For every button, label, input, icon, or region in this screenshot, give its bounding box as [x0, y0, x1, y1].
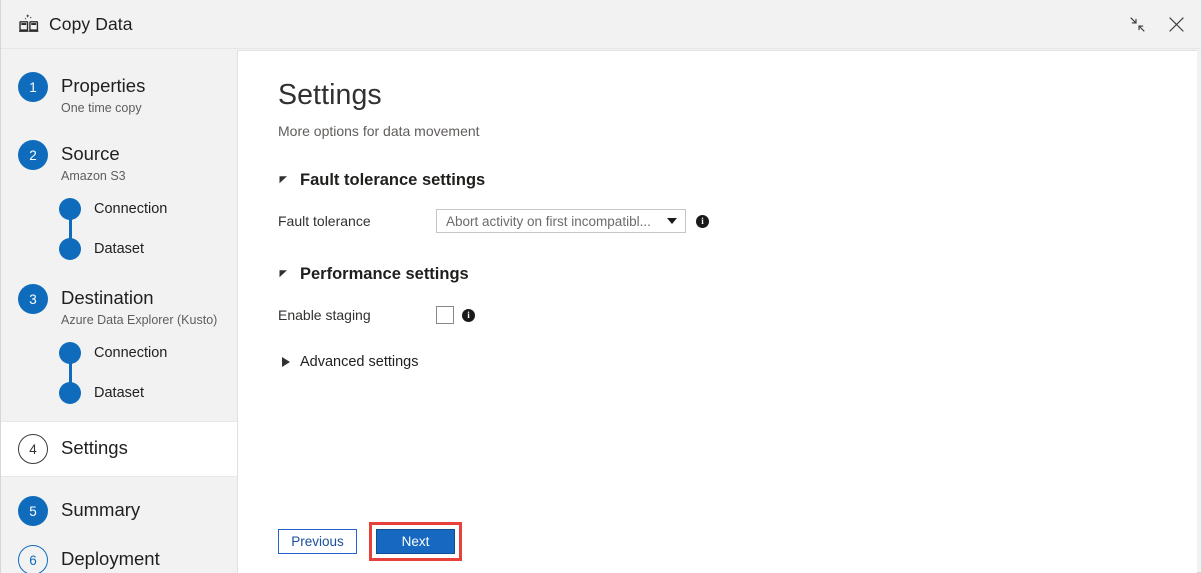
- sidebar-item-properties[interactable]: 1 Properties One time copy: [1, 50, 237, 118]
- window-title: Copy Data: [49, 14, 133, 35]
- restore-down-icon[interactable]: [1121, 8, 1153, 40]
- advanced-settings-label: Advanced settings: [300, 354, 419, 370]
- substep-dot-icon: [59, 198, 81, 220]
- substep-dot-icon: [59, 238, 81, 260]
- step-title: Properties: [61, 74, 145, 98]
- sidebar-subitem-destination-connection[interactable]: Connection: [59, 336, 237, 370]
- step-text-group: Deployment: [61, 545, 160, 571]
- sidebar-item-source[interactable]: 2 Source Amazon S3: [1, 118, 237, 186]
- copy-data-wizard: Copy Data: [0, 0, 1202, 573]
- step-number-badge: 4: [18, 434, 48, 464]
- sidebar-item-deployment[interactable]: 6 Deployment: [1, 526, 237, 573]
- substep-label: Connection: [94, 345, 167, 361]
- info-icon[interactable]: i: [462, 309, 475, 322]
- next-button-highlight: Next: [369, 522, 462, 561]
- step-number-badge: 6: [18, 545, 48, 573]
- step-title: Source: [61, 142, 126, 166]
- step-title: Settings: [61, 436, 128, 460]
- close-icon[interactable]: [1160, 8, 1192, 40]
- source-substeps: Connection Dataset: [59, 192, 237, 266]
- triangle-down-icon: [278, 266, 289, 284]
- sidebar-subitem-destination-dataset[interactable]: Dataset: [59, 376, 237, 410]
- destination-substeps: Connection Dataset: [59, 336, 237, 410]
- sidebar-item-destination[interactable]: 3 Destination Azure Data Explorer (Kusto…: [1, 266, 237, 330]
- copy-data-icon: [18, 13, 40, 35]
- sidebar-subitem-source-connection[interactable]: Connection: [59, 192, 237, 226]
- section-title: Fault tolerance settings: [300, 171, 485, 190]
- chevron-down-icon: [667, 218, 677, 224]
- substep-label: Dataset: [94, 385, 144, 401]
- section-fault-tolerance: Fault tolerance settings Fault tolerance…: [278, 171, 1197, 233]
- substep-dot-icon: [59, 382, 81, 404]
- page-subtitle: More options for data movement: [278, 123, 1197, 139]
- settings-panel: Settings More options for data movement …: [237, 50, 1197, 573]
- step-number-badge: 2: [18, 140, 48, 170]
- triangle-right-icon: [282, 357, 290, 367]
- advanced-settings-toggle[interactable]: Advanced settings: [278, 354, 1197, 370]
- step-subtitle: Amazon S3: [61, 167, 126, 186]
- page-title: Settings: [278, 79, 1197, 112]
- info-icon[interactable]: i: [696, 215, 709, 228]
- step-number-badge: 3: [18, 284, 48, 314]
- previous-button[interactable]: Previous: [278, 529, 357, 554]
- substep-label: Connection: [94, 201, 167, 217]
- fault-tolerance-label: Fault tolerance: [278, 213, 436, 229]
- section-title: Performance settings: [300, 265, 469, 284]
- enable-staging-checkbox[interactable]: [436, 306, 454, 324]
- section-header-performance[interactable]: Performance settings: [278, 265, 1197, 284]
- step-subtitle: Azure Data Explorer (Kusto): [61, 311, 217, 330]
- enable-staging-label: Enable staging: [278, 307, 436, 323]
- triangle-down-icon: [278, 172, 289, 190]
- wizard-footer: Previous Next: [278, 522, 462, 561]
- fault-tolerance-value: Abort activity on first incompatibl...: [446, 214, 661, 229]
- step-text-group: Summary: [61, 496, 140, 522]
- sidebar-subitem-source-dataset[interactable]: Dataset: [59, 232, 237, 266]
- step-number-badge: 1: [18, 72, 48, 102]
- enable-staging-row: Enable staging i: [278, 303, 1197, 327]
- step-title: Summary: [61, 498, 140, 522]
- window-controls: [1121, 8, 1192, 40]
- substep-dot-icon: [59, 342, 81, 364]
- step-number-badge: 5: [18, 496, 48, 526]
- step-subtitle: One time copy: [61, 99, 145, 118]
- step-text-group: Settings: [61, 434, 128, 460]
- title-group: Copy Data: [18, 13, 133, 35]
- wizard-sidebar: 1 Properties One time copy 2 Source Amaz…: [1, 50, 237, 573]
- step-title: Deployment: [61, 547, 160, 571]
- substep-label: Dataset: [94, 241, 144, 257]
- step-title: Destination: [61, 286, 217, 310]
- sidebar-item-summary[interactable]: 5 Summary: [1, 477, 237, 526]
- step-text-group: Source Amazon S3: [61, 140, 126, 186]
- fault-tolerance-dropdown[interactable]: Abort activity on first incompatibl...: [436, 209, 686, 233]
- settings-panel-inner: Settings More options for data movement …: [238, 51, 1197, 573]
- next-button[interactable]: Next: [376, 529, 455, 554]
- section-performance: Performance settings Enable staging i: [278, 265, 1197, 327]
- step-text-group: Destination Azure Data Explorer (Kusto): [61, 284, 217, 330]
- fault-tolerance-row: Fault tolerance Abort activity on first …: [278, 209, 1197, 233]
- window-titlebar: Copy Data: [1, 0, 1201, 49]
- section-header-fault-tolerance[interactable]: Fault tolerance settings: [278, 171, 1197, 190]
- sidebar-item-settings[interactable]: 4 Settings: [1, 421, 237, 477]
- step-text-group: Properties One time copy: [61, 72, 145, 118]
